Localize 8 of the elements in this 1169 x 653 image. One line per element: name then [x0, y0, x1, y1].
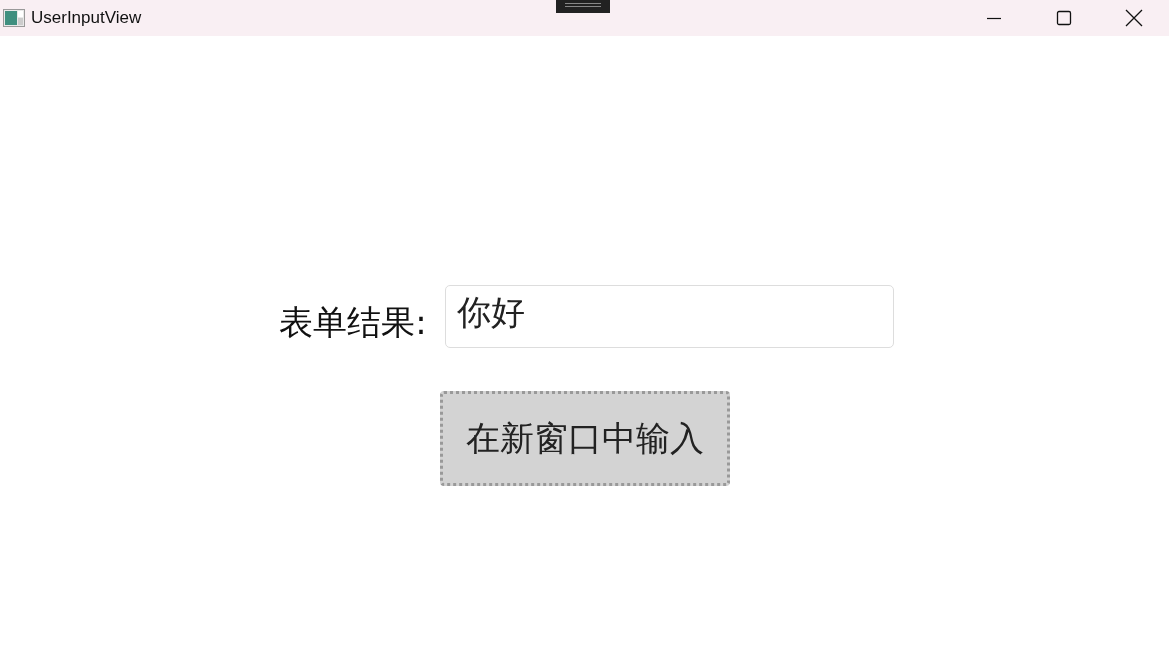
- form-result-label: 表单结果:: [279, 301, 427, 344]
- app-icon: [3, 9, 25, 27]
- drag-handle-icon[interactable]: [556, 0, 610, 13]
- input-in-new-window-button[interactable]: 在新窗口中输入: [439, 391, 730, 486]
- maximize-icon[interactable]: [1056, 10, 1072, 26]
- window-title: UserInputView: [31, 8, 142, 28]
- result-field[interactable]: 你好: [444, 285, 894, 348]
- close-icon[interactable]: [1125, 9, 1143, 27]
